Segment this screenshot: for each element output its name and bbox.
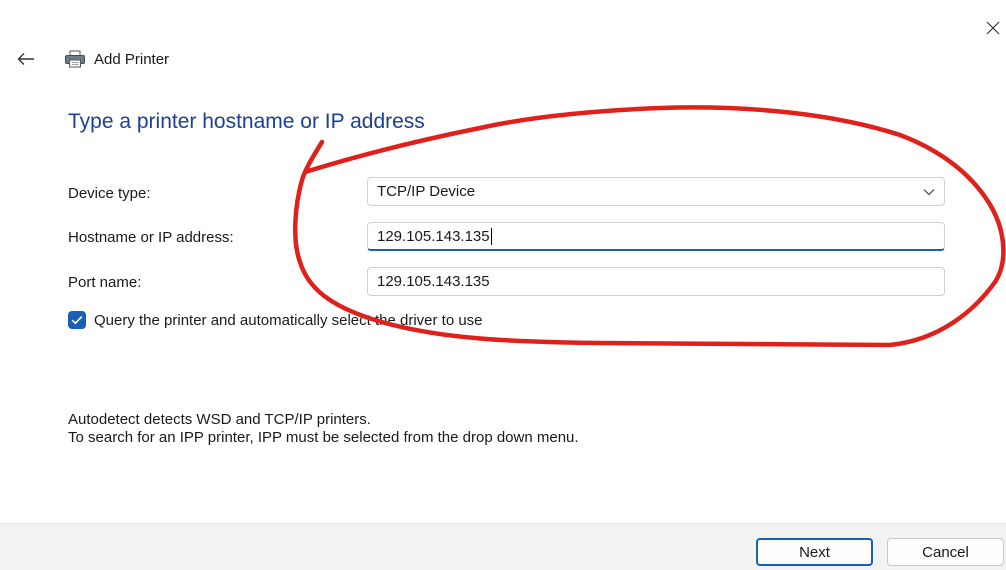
query-printer-option: Query the printer and automatically sele… xyxy=(68,311,483,329)
printer-icon xyxy=(64,49,86,69)
info-line-1: Autodetect detects WSD and TCP/IP printe… xyxy=(68,411,371,428)
port-name-value: 129.105.143.135 xyxy=(377,273,490,290)
text-cursor xyxy=(490,227,492,245)
port-name-input[interactable]: 129.105.143.135 xyxy=(367,267,945,296)
cancel-button[interactable]: Cancel xyxy=(887,538,1004,566)
dialog-header: Add Printer xyxy=(16,48,169,70)
info-line-2: To search for an IPP printer, IPP must b… xyxy=(68,429,579,446)
back-arrow-icon xyxy=(17,53,34,65)
add-printer-dialog: Add Printer Type a printer hostname or I… xyxy=(0,0,1006,570)
window-title: Add Printer xyxy=(94,50,170,68)
device-type-select[interactable]: TCP/IP Device xyxy=(367,177,945,206)
hostname-input[interactable]: 129.105.143.135 xyxy=(367,222,945,251)
checkmark-icon xyxy=(71,316,83,325)
next-button[interactable]: Next xyxy=(756,538,873,566)
chevron-down-icon xyxy=(922,185,936,199)
dialog-footer: Next Cancel xyxy=(0,523,1006,570)
port-name-label: Port name: xyxy=(68,274,142,291)
close-button[interactable] xyxy=(983,18,1003,38)
page-heading: Type a printer hostname or IP address xyxy=(68,110,425,133)
back-button[interactable] xyxy=(16,49,36,69)
device-type-value: TCP/IP Device xyxy=(377,183,476,200)
close-icon xyxy=(986,21,1000,35)
hostname-label: Hostname or IP address: xyxy=(68,229,234,246)
info-text: Autodetect detects WSD and TCP/IP printe… xyxy=(68,411,579,447)
query-printer-label: Query the printer and automatically sele… xyxy=(94,311,483,329)
device-type-label: Device type: xyxy=(68,185,151,202)
hostname-value: 129.105.143.135 xyxy=(377,227,490,245)
query-printer-checkbox[interactable] xyxy=(68,311,86,329)
